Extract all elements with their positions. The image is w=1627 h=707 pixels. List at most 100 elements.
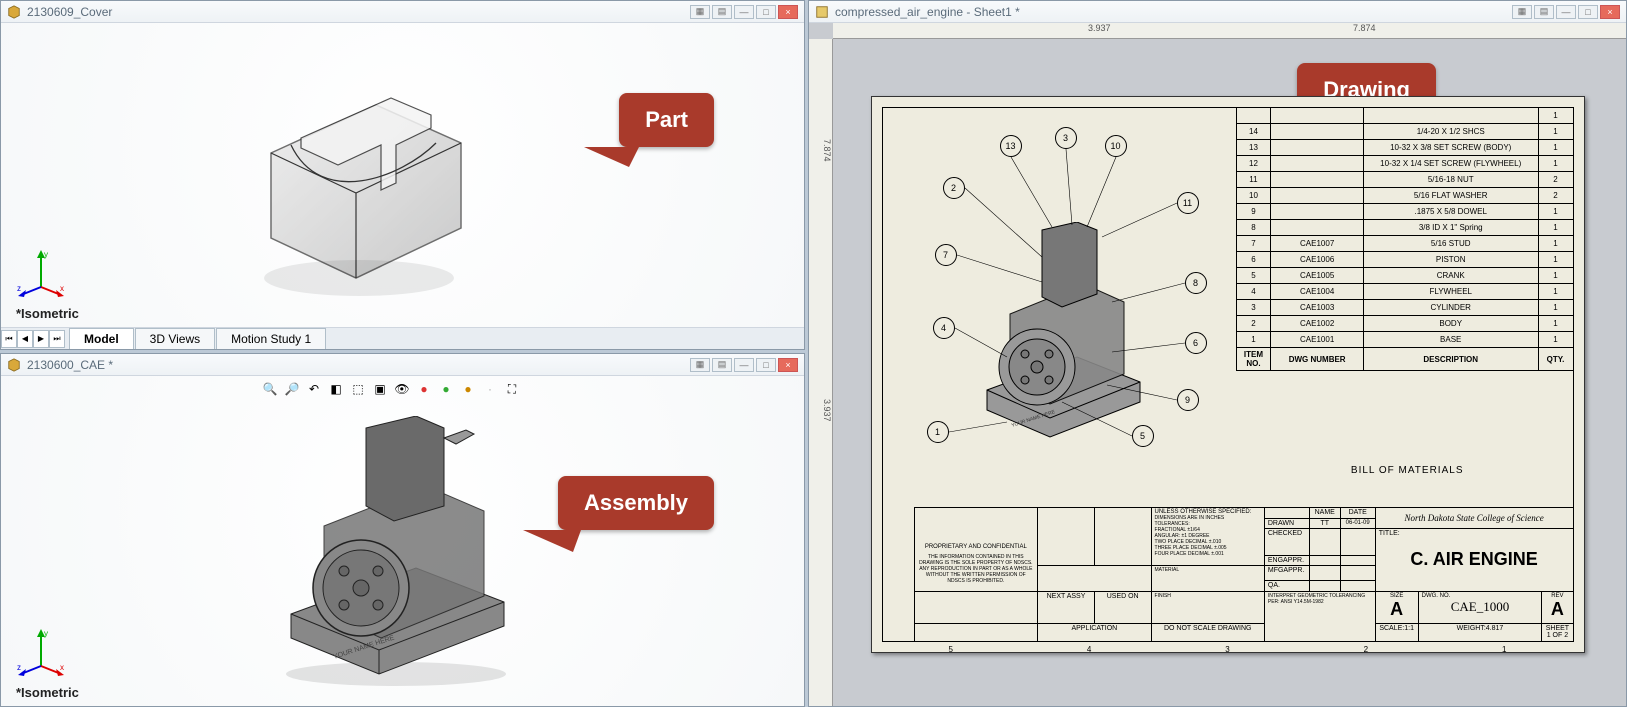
win-layout2-button[interactable]: ▤ — [712, 358, 732, 372]
part-viewport[interactable]: Part yxz *Isometric — [1, 23, 804, 327]
callout-assembly: Assembly — [558, 476, 714, 530]
minimize-button[interactable]: — — [734, 5, 754, 19]
tab-prev-button[interactable]: ◀ — [17, 330, 33, 348]
bom-row: 115/16-18 NUT2 — [1236, 172, 1573, 188]
zoom-fit-icon[interactable]: 🔍 — [261, 380, 279, 398]
view-settings-icon[interactable]: ● — [459, 380, 477, 398]
drawing-assembly-view: YOUR NAME HERE — [972, 222, 1152, 452]
assembly-titlebar[interactable]: 2130600_CAE * ▦ ▤ — □ × — [1, 354, 804, 376]
title-block: PROPRIETARY AND CONFIDENTIAL THE INFORMA… — [914, 507, 1574, 642]
callout-part-label: Part — [645, 107, 688, 132]
vertical-ruler: 7.874 3.937 — [809, 39, 833, 706]
bom-row: 4CAE1004FLYWHEEL1 — [1236, 284, 1573, 300]
callout-assembly-label: Assembly — [584, 490, 688, 515]
drawing-window: compressed_air_engine - Sheet1 * ▦ ▤ — □… — [808, 0, 1627, 707]
tab-next-button[interactable]: ▶ — [33, 330, 49, 348]
drawing-title-value: C. AIR ENGINE — [1379, 549, 1570, 570]
prev-view-icon[interactable]: ↶ — [305, 380, 323, 398]
assembly-viewport[interactable]: 🔍 🔎 ↶ ◧ ⬚ ▣ 👁 ● ● ● · ⛶ — [1, 376, 804, 706]
balloon[interactable]: 2 — [943, 177, 965, 199]
zoom-area-icon[interactable]: 🔎 — [283, 380, 301, 398]
balloon[interactable]: 11 — [1177, 192, 1199, 214]
part-tabs: ⏮ ◀ ▶ ⏭ Model 3D Views Motion Study 1 — [1, 327, 804, 349]
part-window: 2130609_Cover ▦ ▤ — □ × — [0, 0, 805, 350]
tab-motionstudy[interactable]: Motion Study 1 — [216, 328, 326, 349]
maximize-button[interactable]: □ — [756, 358, 776, 372]
horizontal-ruler: 3.937 7.874 — [833, 23, 1626, 39]
balloon[interactable]: 6 — [1185, 332, 1207, 354]
part-3d-model — [231, 53, 486, 303]
balloon[interactable]: 10 — [1105, 135, 1127, 157]
bom-row: 7CAE10075/16 STUD1 — [1236, 236, 1573, 252]
maximize-button[interactable]: □ — [756, 5, 776, 19]
part-title: 2130609_Cover — [27, 5, 684, 19]
bom-table: 1141/4-20 X 1/2 SHCS11310-32 X 3/8 SET S… — [1236, 107, 1574, 371]
orientation-triad[interactable]: yxz — [16, 626, 66, 676]
view-orientation-label: *Isometric — [16, 685, 79, 700]
dwg-number: CAE_1000 — [1422, 599, 1539, 615]
window-controls: ▦ ▤ — □ × — [690, 5, 798, 19]
close-button[interactable]: × — [1600, 5, 1620, 19]
zone-marks: 54321 — [882, 645, 1574, 654]
apply-scene-icon[interactable]: ● — [437, 380, 455, 398]
balloon[interactable]: 4 — [933, 317, 955, 339]
tab-model[interactable]: Model — [69, 328, 134, 349]
callout-part: Part — [619, 93, 714, 147]
svg-text:x: x — [60, 284, 64, 293]
separator-icon: · — [481, 380, 499, 398]
assembly-3d-model: YOUR NAME HERE — [266, 416, 526, 686]
view-orient-icon[interactable]: ⬚ — [349, 380, 367, 398]
balloon[interactable]: 5 — [1132, 425, 1154, 447]
balloon[interactable]: 3 — [1055, 127, 1077, 149]
display-style-icon[interactable]: ▣ — [371, 380, 389, 398]
drawing-sheet[interactable]: 1141/4-20 X 1/2 SHCS11310-32 X 3/8 SET S… — [871, 96, 1585, 653]
part-icon — [7, 5, 21, 19]
bom-row: 9.1875 X 5/8 DOWEL1 — [1236, 204, 1573, 220]
window-controls: ▦ ▤ — □ × — [690, 358, 798, 372]
bom-row: 2CAE1002BODY1 — [1236, 316, 1573, 332]
orientation-triad[interactable]: yxz — [16, 247, 66, 297]
win-layout-button[interactable]: ▦ — [690, 5, 710, 19]
close-button[interactable]: × — [778, 5, 798, 19]
win-layout-button[interactable]: ▦ — [690, 358, 710, 372]
hide-show-icon[interactable]: 👁 — [393, 380, 411, 398]
tab-3dviews[interactable]: 3D Views — [135, 328, 215, 349]
drawing-titlebar[interactable]: compressed_air_engine - Sheet1 * ▦ ▤ — □… — [809, 1, 1626, 23]
win-layout-button[interactable]: ▦ — [1512, 5, 1532, 19]
balloon[interactable]: 7 — [935, 244, 957, 266]
bom-row: 3CAE1003CYLINDER1 — [1236, 300, 1573, 316]
tab-last-button[interactable]: ⏭ — [49, 330, 65, 348]
bom-row: 1310-32 X 3/8 SET SCREW (BODY)1 — [1236, 140, 1573, 156]
svg-text:y: y — [44, 629, 48, 638]
heads-up-toolbar: 🔍 🔎 ↶ ◧ ⬚ ▣ 👁 ● ● ● · ⛶ — [261, 380, 521, 398]
svg-text:z: z — [17, 284, 21, 293]
bom-row: 5CAE1005CRANK1 — [1236, 268, 1573, 284]
balloon[interactable]: 13 — [1000, 135, 1022, 157]
balloon[interactable]: 1 — [927, 421, 949, 443]
bom-row: 105/16 FLAT WASHER2 — [1236, 188, 1573, 204]
bom-row: 1 — [1236, 108, 1573, 124]
win-layout2-button[interactable]: ▤ — [1534, 5, 1554, 19]
balloon[interactable]: 8 — [1185, 272, 1207, 294]
drawing-view[interactable]: YOUR NAME HERE 13 3 10 2 11 7 8 4 6 9 1 … — [887, 127, 1217, 482]
section-view-icon[interactable]: ◧ — [327, 380, 345, 398]
fullscreen-icon[interactable]: ⛶ — [503, 380, 521, 398]
edit-appearance-icon[interactable]: ● — [415, 380, 433, 398]
view-orientation-label: *Isometric — [16, 306, 79, 321]
drawing-icon — [815, 5, 829, 19]
window-controls: ▦ ▤ — □ × — [1512, 5, 1620, 19]
bom-row: 1210-32 X 1/4 SET SCREW (FLYWHEEL)1 — [1236, 156, 1573, 172]
tab-first-button[interactable]: ⏮ — [1, 330, 17, 348]
drawing-sheet-area[interactable]: 3.937 7.874 7.874 3.937 Drawing 1141/4-2… — [809, 23, 1626, 706]
minimize-button[interactable]: — — [734, 358, 754, 372]
balloon[interactable]: 9 — [1177, 389, 1199, 411]
bom-row: 6CAE1006PISTON1 — [1236, 252, 1573, 268]
bom-row: 1CAE1001BASE1 — [1236, 332, 1573, 348]
close-button[interactable]: × — [778, 358, 798, 372]
assembly-icon — [7, 358, 21, 372]
part-titlebar[interactable]: 2130609_Cover ▦ ▤ — □ × — [1, 1, 804, 23]
win-layout2-button[interactable]: ▤ — [712, 5, 732, 19]
drawing-title: compressed_air_engine - Sheet1 * — [835, 5, 1506, 19]
maximize-button[interactable]: □ — [1578, 5, 1598, 19]
minimize-button[interactable]: — — [1556, 5, 1576, 19]
